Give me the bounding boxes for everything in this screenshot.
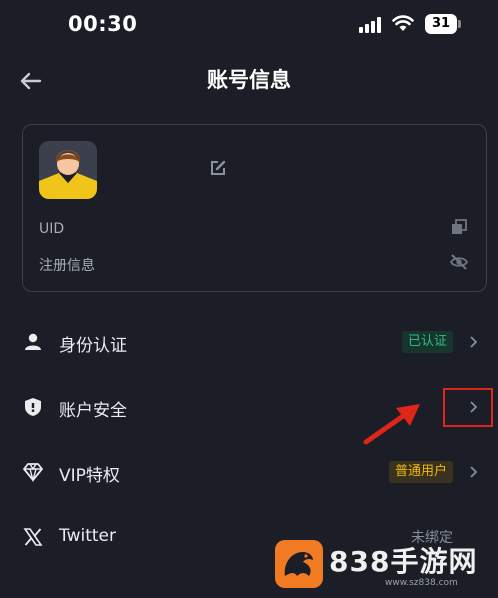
copy-icon[interactable] bbox=[451, 219, 467, 235]
page-title: 账号信息 bbox=[207, 68, 291, 92]
avatar[interactable] bbox=[39, 141, 97, 199]
battery-tip bbox=[458, 20, 461, 28]
menu-item-vip-privileges[interactable]: VIP特权 普通用户 bbox=[0, 445, 498, 499]
annotation-highlight-box bbox=[443, 388, 493, 427]
menu-item-label: 身份认证 bbox=[59, 336, 127, 356]
profile-card: UID 注册信息 bbox=[22, 124, 487, 292]
registration-info-label: 注册信息 bbox=[39, 258, 95, 274]
verified-badge: 已认证 bbox=[401, 331, 453, 353]
diamond-icon bbox=[23, 463, 43, 482]
uid-label: UID bbox=[39, 221, 65, 237]
avatar-image bbox=[39, 141, 97, 199]
site-watermark: 838手游网 www.sz838.com bbox=[275, 538, 495, 594]
cellular-signal-icon bbox=[359, 17, 383, 33]
wifi-icon bbox=[392, 15, 414, 31]
watermark-url: www.sz838.com bbox=[385, 578, 458, 588]
status-time: 00:30 bbox=[68, 12, 138, 36]
eye-off-icon[interactable] bbox=[449, 253, 469, 271]
battery-indicator: 31 bbox=[425, 14, 457, 34]
edit-icon[interactable] bbox=[209, 159, 227, 177]
shield-icon bbox=[25, 398, 41, 416]
menu-item-label: 账户安全 bbox=[59, 401, 127, 421]
dragon-logo-icon bbox=[275, 540, 323, 588]
user-icon bbox=[25, 333, 41, 350]
watermark-text: 838手游网 bbox=[329, 545, 478, 578]
x-logo-icon bbox=[23, 528, 43, 546]
menu-item-identity-verification[interactable]: 身份认证 已认证 bbox=[0, 315, 498, 369]
membership-badge: 普通用户 bbox=[388, 461, 453, 483]
chevron-right-icon bbox=[470, 466, 478, 478]
menu-item-account-security[interactable]: 账户安全 bbox=[0, 380, 498, 434]
status-bar: 00:30 31 bbox=[0, 0, 498, 52]
menu-item-label: VIP特权 bbox=[59, 466, 120, 486]
menu-item-label: Twitter bbox=[59, 526, 116, 546]
chevron-right-icon bbox=[470, 336, 478, 348]
annotation-arrow-icon bbox=[363, 404, 420, 445]
